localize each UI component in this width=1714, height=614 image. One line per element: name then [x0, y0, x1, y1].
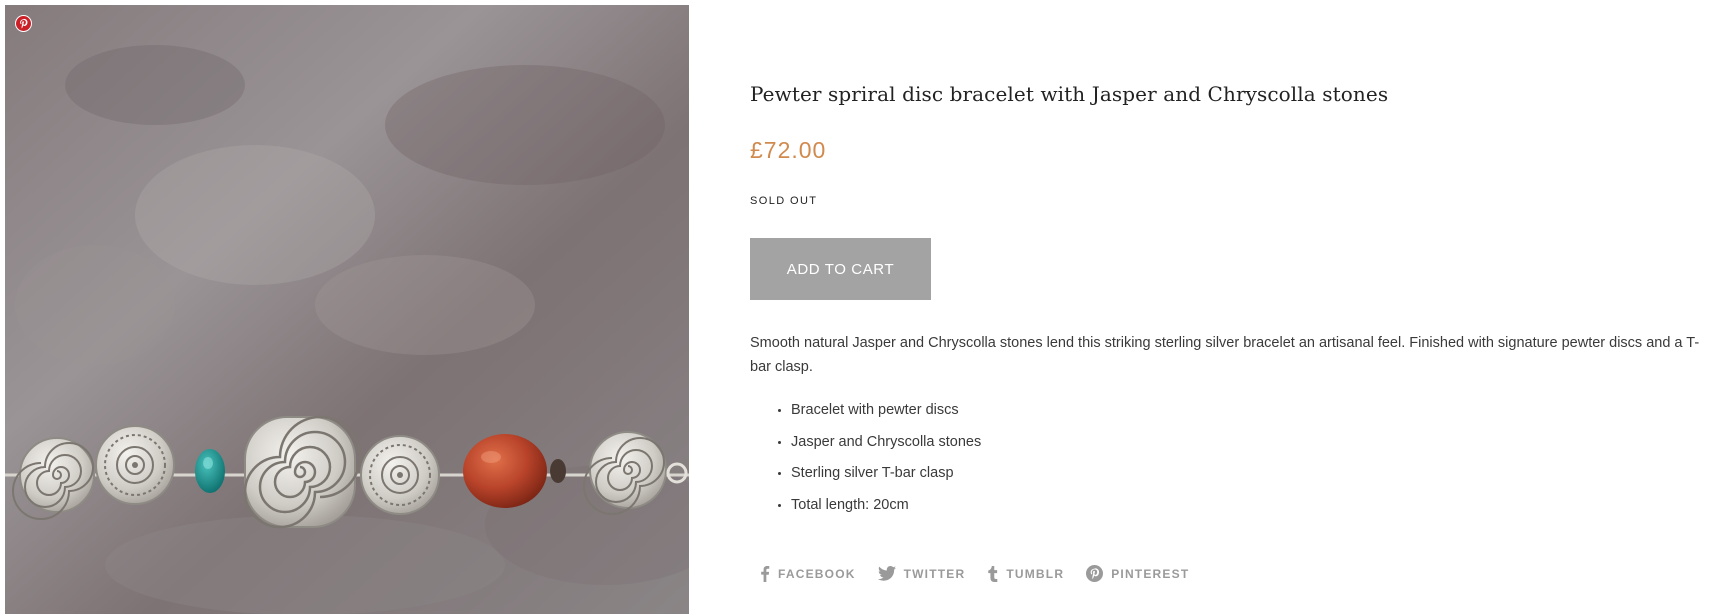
product-price: £72.00 [750, 137, 827, 163]
product-title: Pewter spriral disc bracelet with Jasper… [750, 82, 1389, 106]
twitter-icon [877, 566, 896, 581]
share-twitter-link[interactable]: TWITTER [877, 566, 966, 581]
list-item: Total length: 20cm [791, 490, 981, 522]
pin-it-button[interactable] [15, 15, 32, 32]
list-item: Sterling silver T-bar clasp [791, 458, 981, 490]
facebook-icon [761, 565, 770, 582]
tumblr-icon [988, 565, 998, 582]
add-to-cart-button[interactable]: ADD TO CART [750, 238, 931, 300]
share-facebook-label: FACEBOOK [778, 566, 856, 581]
stock-status: SOLD OUT [750, 195, 818, 207]
feature-list: Bracelet with pewter discs Jasper and Ch… [750, 395, 981, 521]
share-twitter-label: TWITTER [903, 566, 966, 581]
share-tumblr-link[interactable]: TUMBLR [987, 565, 1065, 582]
pinterest-icon [16, 16, 31, 31]
product-description: Smooth natural Jasper and Chryscolla sto… [750, 335, 1700, 375]
share-links: FACEBOOK TWITTER TUMBLR PINTEREST [760, 565, 1189, 582]
share-pinterest-label: PINTEREST [1111, 566, 1190, 581]
list-item: Jasper and Chryscolla stones [791, 427, 981, 459]
product-image [5, 5, 689, 614]
pinterest-icon [1086, 565, 1104, 582]
share-facebook-link[interactable]: FACEBOOK [760, 565, 856, 582]
list-item: Bracelet with pewter discs [791, 395, 981, 427]
share-pinterest-link[interactable]: PINTEREST [1086, 565, 1189, 582]
bracelet-photo [5, 5, 689, 614]
share-tumblr-label: TUMBLR [1006, 566, 1065, 581]
